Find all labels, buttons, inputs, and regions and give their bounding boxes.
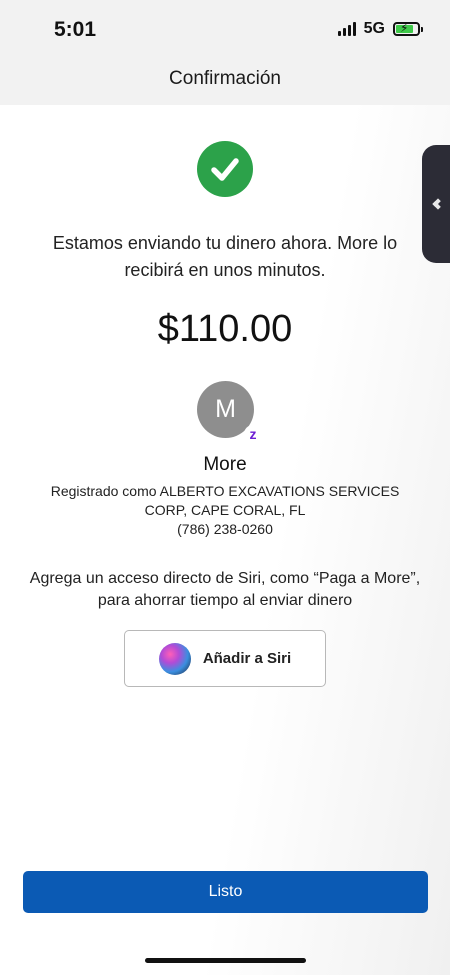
siri-prompt: Agrega un acceso directo de Siri, como “… <box>15 568 435 612</box>
confirmation-message: Estamos enviando tu dinero ahora. More l… <box>52 233 398 280</box>
siri-icon <box>158 642 191 675</box>
status-indicators: 5G ⚡ <box>337 20 423 38</box>
side-tab-handle[interactable] <box>422 145 450 263</box>
siri-prompt-line-1: Agrega un acceso directo de Siri, como “… <box>29 570 421 587</box>
checkmark-icon <box>197 141 253 197</box>
add-to-siri-button[interactable]: Añadir a Siri <box>124 630 326 687</box>
home-indicator[interactable] <box>145 958 306 963</box>
registered-line-2: CORP, CAPE CORAL, FL <box>144 502 306 518</box>
recipient-phone: (786) 238-0260 <box>177 521 273 537</box>
network-type: 5G <box>363 20 385 37</box>
recipient-name: More <box>203 454 247 475</box>
zelle-badge-icon: z <box>244 425 262 443</box>
amount: $110.00 <box>157 308 293 350</box>
zelle-badge-label: z <box>249 426 257 442</box>
battery-icon: ⚡ <box>393 21 423 36</box>
registered-line-1: Registrado como ALBERTO EXCAVATIONS SERV… <box>50 483 400 499</box>
recipient-details: Registrado como ALBERTO EXCAVATIONS SERV… <box>40 482 410 539</box>
done-button[interactable]: Listo <box>23 871 428 913</box>
siri-prompt-line-2: para ahorrar tiempo al enviar dinero <box>97 592 353 609</box>
charging-bolt-icon: ⚡ <box>400 21 409 35</box>
chevron-left-icon <box>432 198 444 210</box>
signal-icon <box>337 22 356 36</box>
top-bar: 5:01 5G ⚡ Confirmación <box>0 0 450 105</box>
add-to-siri-label: Añadir a Siri <box>202 650 292 667</box>
page-title: Confirmación <box>169 68 281 89</box>
avatar-initial: M <box>215 395 236 423</box>
status-time: 5:01 <box>54 18 97 41</box>
